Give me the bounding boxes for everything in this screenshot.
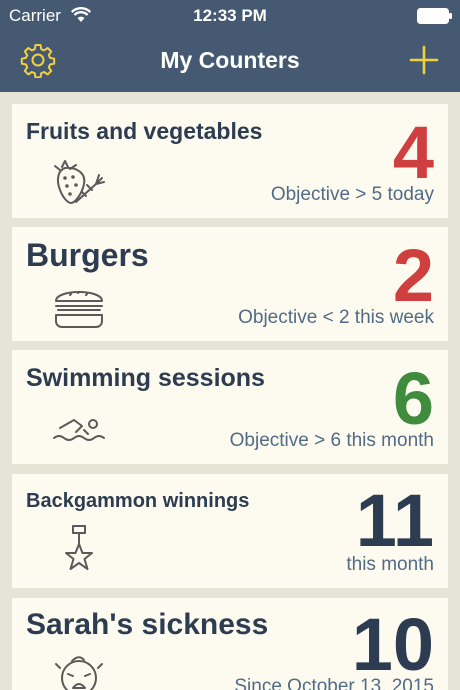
counter-value: 11 [355,479,434,562]
counter-card-burgers[interactable]: Burgers 2 Objective < 2 this week [12,227,448,341]
battery-icon [417,8,452,24]
counter-objective: Objective > 6 this month [229,430,434,451]
plus-icon [409,45,439,75]
counter-value: 10 [351,603,434,686]
counter-objective: Objective < 2 this week [238,307,434,328]
swimmer-icon [53,419,105,441]
counter-title: Burgers [26,237,149,273]
medal-icon [65,525,93,570]
nav-bar: Carrier 12:33 PM My Counters [0,0,460,92]
counter-card-fruits-and-vegetables[interactable]: Fruits and vegetables 4 Objective > 5 to… [12,104,448,218]
counter-card-swimming-sessions[interactable]: Swimming sessions 6 Objective > 6 this m… [12,350,448,464]
status-bar: Carrier 12:33 PM [0,0,460,30]
counter-objective: Objective > 5 today [270,184,434,205]
page-title: My Counters [160,47,300,73]
counter-title: Backgammon winnings [26,490,250,512]
crying-baby-icon [55,656,103,690]
counter-card-sarahs-sickness[interactable]: Sarah's sickness 10 Since October 13, 20… [12,598,448,690]
status-time: 12:33 PM [193,6,267,25]
counter-card-backgammon-winnings[interactable]: Backgammon winnings 11 this month [12,474,448,588]
counter-period: Since October 13, 2015 [234,676,434,690]
counter-value: 6 [392,357,434,440]
counter-period: this month [346,554,434,575]
counter-title: Sarah's sickness [26,608,269,641]
add-counter-button[interactable] [406,42,442,78]
counter-title: Fruits and vegetables [26,118,263,144]
counter-title: Swimming sessions [26,364,265,392]
strawberry-carrot-icon [54,160,105,204]
counter-value: 4 [392,111,434,194]
counter-value: 2 [392,234,434,317]
burger-icon [55,291,103,328]
